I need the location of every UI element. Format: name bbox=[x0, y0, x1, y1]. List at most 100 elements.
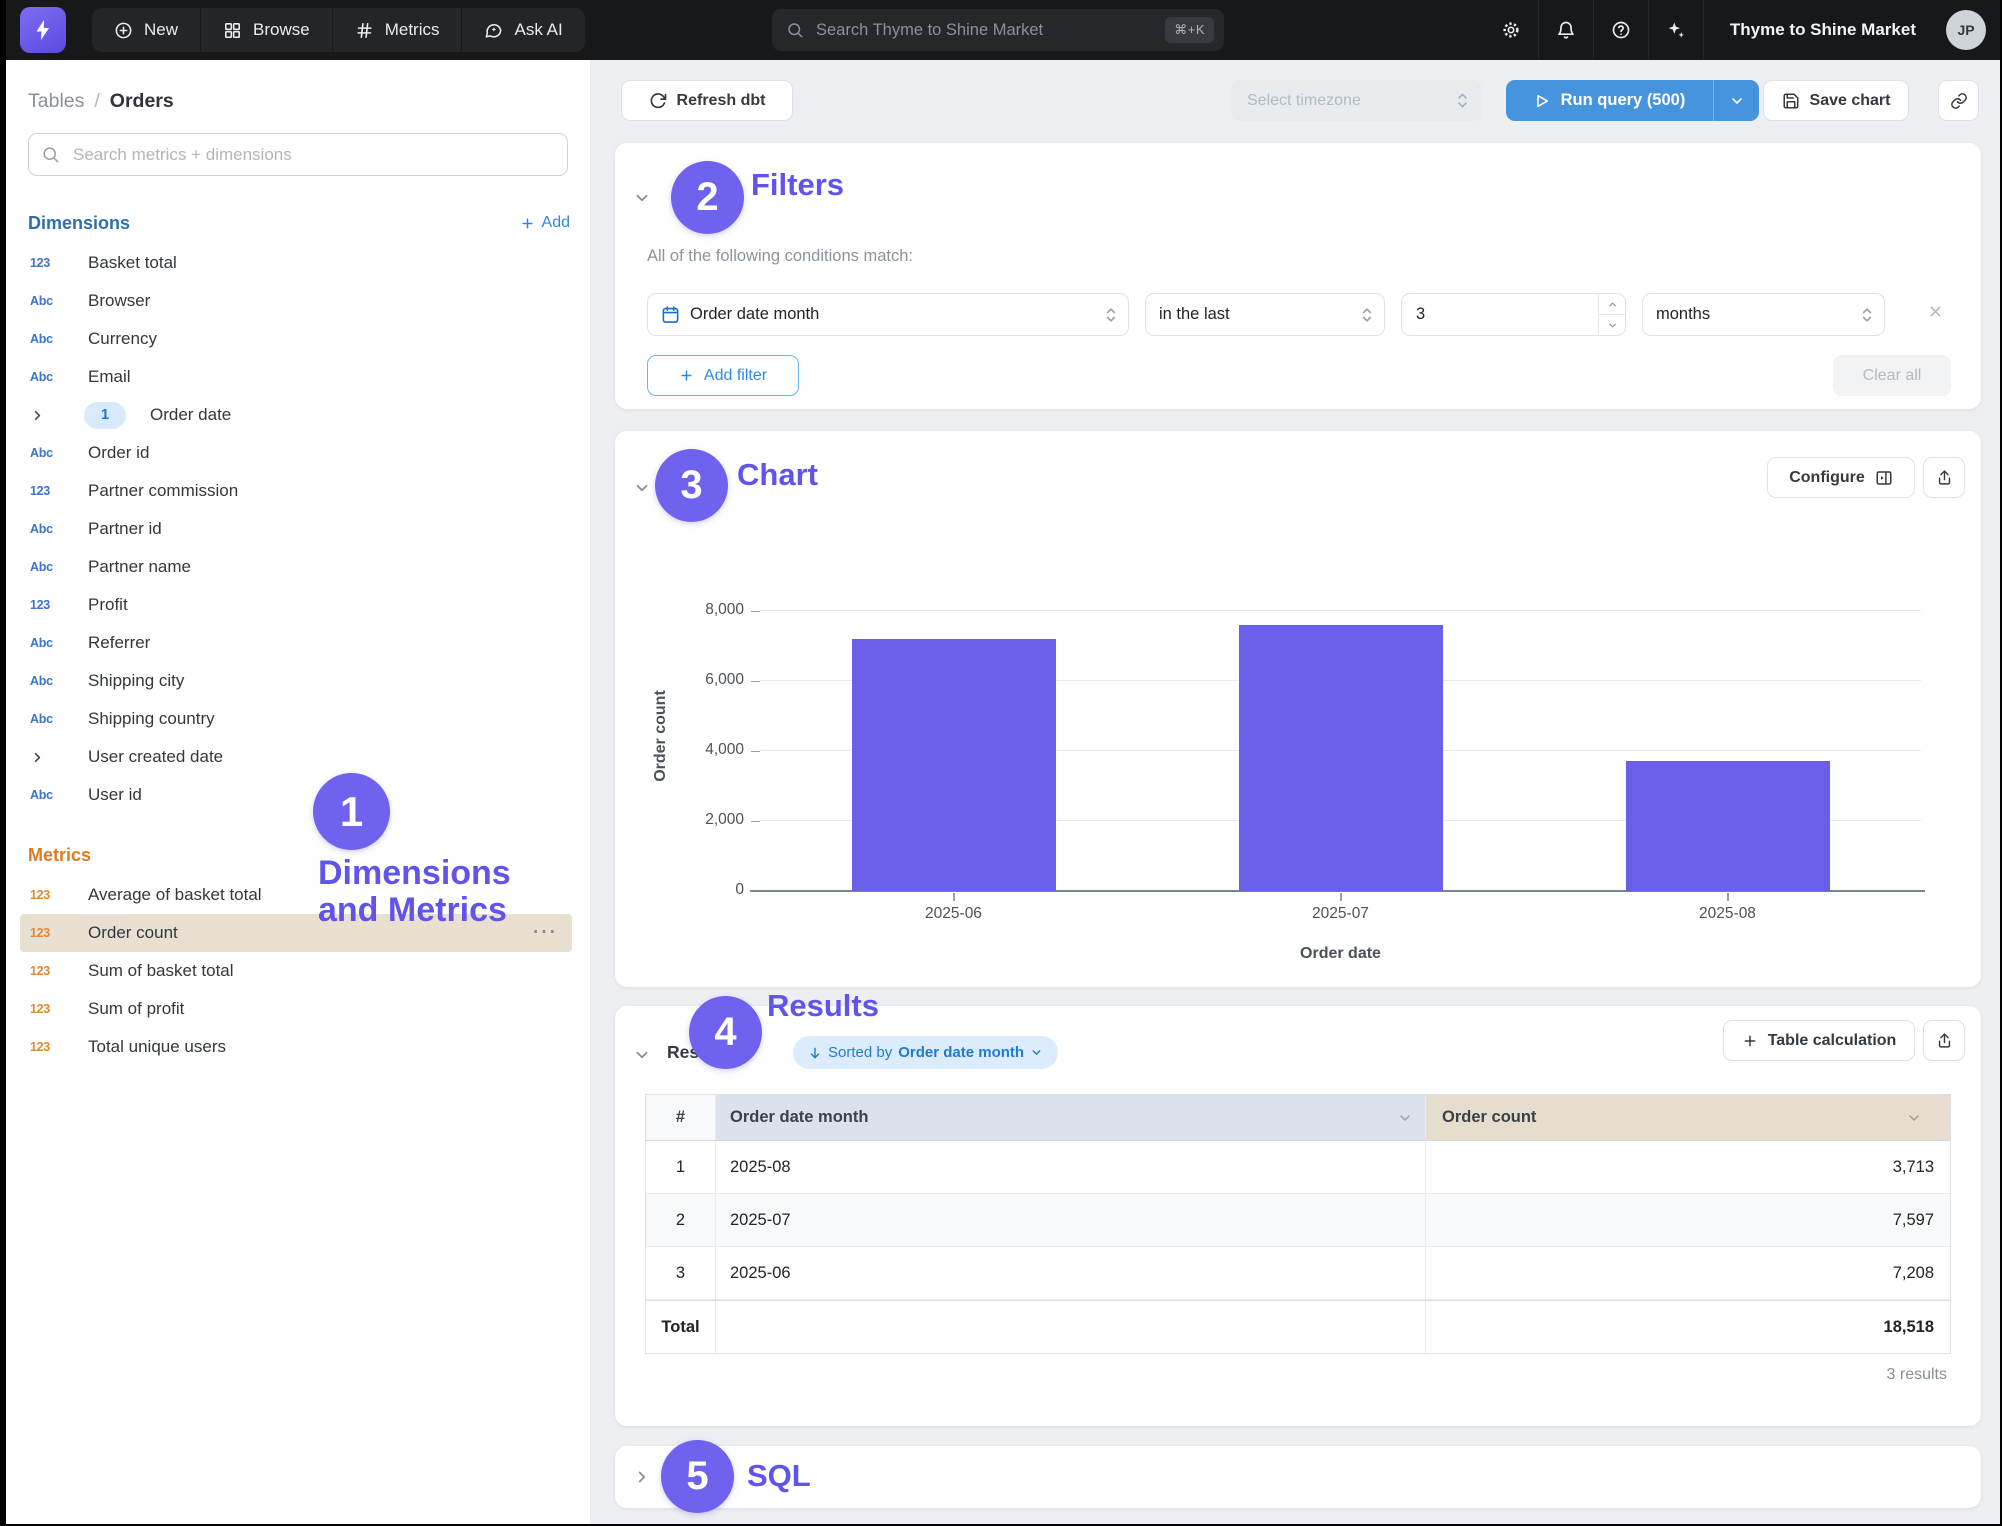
export-chart-button[interactable] bbox=[1923, 457, 1965, 498]
app-logo[interactable] bbox=[20, 7, 66, 53]
number-stepper[interactable] bbox=[1598, 294, 1625, 335]
field-label: Partner commission bbox=[88, 481, 238, 501]
notifications-button[interactable] bbox=[1539, 0, 1593, 60]
filters-condition-text: All of the following conditions match: bbox=[647, 247, 913, 266]
breadcrumb: Tables/Orders bbox=[6, 60, 590, 113]
dimension-cell[interactable]: 2025-06 bbox=[716, 1247, 1426, 1299]
dimension-item-user-created-date[interactable]: User created date bbox=[20, 738, 572, 776]
dimension-item-order-date[interactable]: 1Order date bbox=[20, 396, 572, 434]
chevron-down-icon bbox=[1607, 320, 1618, 331]
top-navbar: NewBrowseMetricsAsk AI Search Thyme to S… bbox=[6, 0, 2000, 60]
save-chart-button[interactable]: Save chart bbox=[1763, 80, 1909, 121]
number-type-icon: 123 bbox=[30, 888, 60, 902]
dimension-item-currency[interactable]: AbcCurrency bbox=[20, 320, 572, 358]
number-type-icon: 123 bbox=[30, 1002, 60, 1016]
y-axis-tick bbox=[751, 751, 760, 752]
filter-value-field[interactable] bbox=[1402, 294, 1625, 335]
run-query-dropdown[interactable] bbox=[1713, 80, 1759, 121]
metric-item-sum-of-profit[interactable]: 123Sum of profit bbox=[20, 990, 572, 1028]
collapse-chart-chevron[interactable] bbox=[633, 479, 651, 502]
dimension-item-user-id[interactable]: AbcUser id bbox=[20, 776, 572, 814]
fields-search[interactable] bbox=[28, 133, 568, 176]
settings-button[interactable] bbox=[1484, 0, 1538, 60]
search-shortcut-badge: ⌘+K bbox=[1165, 17, 1214, 43]
chart-bar-2025-06[interactable] bbox=[852, 639, 1056, 891]
filters-card: 2 Filters All of the following condition… bbox=[615, 143, 1981, 409]
add-dimension-button[interactable]: Add bbox=[520, 214, 570, 232]
dimension-item-profit[interactable]: 123Profit bbox=[20, 586, 572, 624]
share-link-button[interactable] bbox=[1938, 80, 1979, 121]
filter-unit-select[interactable]: months bbox=[1642, 293, 1885, 336]
text-type-icon: Abc bbox=[30, 370, 60, 384]
field-label: Total unique users bbox=[88, 1037, 226, 1057]
clear-all-filters-button[interactable]: Clear all bbox=[1833, 355, 1951, 396]
timezone-select[interactable]: Select timezone bbox=[1231, 80, 1482, 121]
annotation-circle-5: 5 bbox=[661, 1440, 734, 1513]
dimension-item-browser[interactable]: AbcBrowser bbox=[20, 282, 572, 320]
metric-item-total-unique-users[interactable]: 123Total unique users bbox=[20, 1028, 572, 1066]
text-type-icon: Abc bbox=[30, 332, 60, 346]
nav-item-browse[interactable]: Browse bbox=[200, 8, 332, 52]
add-filter-button[interactable]: Add filter bbox=[647, 355, 799, 396]
dimension-item-partner-commission[interactable]: 123Partner commission bbox=[20, 472, 572, 510]
filter-operator-select[interactable]: in the last bbox=[1145, 293, 1385, 336]
x-axis-tick bbox=[953, 893, 955, 901]
field-label: Shipping country bbox=[88, 709, 215, 729]
stepper-down-button[interactable] bbox=[1599, 315, 1625, 335]
bell-icon bbox=[1556, 20, 1576, 40]
dimension-cell[interactable]: 2025-07 bbox=[716, 1194, 1426, 1246]
dimension-item-shipping-city[interactable]: AbcShipping city bbox=[20, 662, 572, 700]
column-header-order-count[interactable]: Order count bbox=[1426, 1095, 1950, 1140]
text-type-icon: Abc bbox=[30, 294, 60, 308]
chart-bar-2025-08[interactable] bbox=[1626, 761, 1830, 891]
dimension-cell[interactable]: 2025-08 bbox=[716, 1141, 1426, 1193]
bar-chart-plot: Order date 02,0004,0006,0008,0002025-062… bbox=[760, 581, 1921, 891]
dimension-item-referrer[interactable]: AbcReferrer bbox=[20, 624, 572, 662]
dimension-item-email[interactable]: AbcEmail bbox=[20, 358, 572, 396]
configure-chart-button[interactable]: Configure bbox=[1767, 457, 1915, 498]
filter-value-input[interactable] bbox=[1401, 293, 1626, 336]
chart-bar-2025-07[interactable] bbox=[1239, 625, 1443, 891]
dimension-item-basket-total[interactable]: 123Basket total bbox=[20, 244, 572, 282]
metric-cell[interactable]: 7,208 bbox=[1426, 1247, 1950, 1299]
dimension-item-partner-id[interactable]: AbcPartner id bbox=[20, 510, 572, 548]
collapse-results-chevron[interactable] bbox=[633, 1046, 651, 1069]
dimension-item-partner-name[interactable]: AbcPartner name bbox=[20, 548, 572, 586]
table-calculation-button[interactable]: Table calculation bbox=[1723, 1020, 1915, 1061]
run-query-button[interactable]: Run query (500) bbox=[1506, 80, 1759, 121]
dimension-item-order-id[interactable]: AbcOrder id bbox=[20, 434, 572, 472]
user-avatar[interactable]: JP bbox=[1946, 10, 1986, 50]
export-results-button[interactable] bbox=[1923, 1020, 1965, 1061]
expand-sql-chevron[interactable] bbox=[633, 1468, 651, 1491]
sorted-by-pill[interactable]: Sorted by Order date month bbox=[793, 1036, 1058, 1069]
refresh-dbt-button[interactable]: Refresh dbt bbox=[621, 80, 793, 121]
column-header-order-date-month[interactable]: Order date month bbox=[716, 1095, 1426, 1140]
nav-item-ask-ai[interactable]: Ask AI bbox=[461, 8, 584, 52]
collapse-filters-chevron[interactable] bbox=[633, 189, 651, 212]
org-name[interactable]: Thyme to Shine Market bbox=[1704, 20, 1942, 40]
stepper-up-button[interactable] bbox=[1599, 294, 1625, 315]
global-search[interactable]: Search Thyme to Shine Market ⌘+K bbox=[772, 9, 1224, 51]
chevron-up-icon bbox=[1607, 299, 1618, 310]
breadcrumb-tables[interactable]: Tables bbox=[28, 90, 84, 112]
filter-field-select[interactable]: Order date month bbox=[647, 293, 1129, 336]
metric-cell[interactable]: 7,597 bbox=[1426, 1194, 1950, 1246]
item-menu-ellipsis-icon[interactable]: ··· bbox=[533, 922, 564, 944]
metric-item-sum-of-basket-total[interactable]: 123Sum of basket total bbox=[20, 952, 572, 990]
ai-sparkles-button[interactable] bbox=[1649, 0, 1703, 60]
nav-item-new[interactable]: New bbox=[92, 8, 200, 52]
total-label-cell: Total bbox=[646, 1301, 716, 1353]
lightning-bolt-icon bbox=[31, 18, 55, 42]
fields-search-input[interactable] bbox=[71, 144, 555, 166]
metric-cell[interactable]: 3,713 bbox=[1426, 1141, 1950, 1193]
run-query-main[interactable]: Run query (500) bbox=[1506, 80, 1713, 121]
breadcrumb-current: Orders bbox=[110, 90, 174, 112]
table-row-3: 32025-067,208 bbox=[646, 1247, 1950, 1300]
nav-item-metrics[interactable]: Metrics bbox=[332, 8, 462, 52]
x-axis-label: 2025-08 bbox=[1643, 905, 1813, 923]
number-type-icon: 123 bbox=[30, 598, 60, 612]
dimension-item-shipping-country[interactable]: AbcShipping country bbox=[20, 700, 572, 738]
remove-filter-button[interactable] bbox=[1927, 303, 1944, 325]
help-button[interactable] bbox=[1594, 0, 1648, 60]
sql-card: 5 SQL bbox=[615, 1446, 1981, 1508]
